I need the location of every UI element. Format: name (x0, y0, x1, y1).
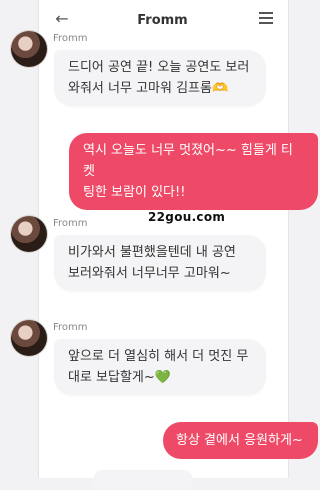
sender-name: Fromm (53, 33, 88, 44)
partial-message-bubble (93, 470, 193, 490)
sender-name: Fromm (53, 322, 88, 333)
avatar[interactable] (11, 216, 47, 252)
avatar[interactable] (11, 320, 47, 356)
message-bubble-incoming: 비가와서 불편했을텐데 내 공연 보러와줘서 너무너무 고마워~ (54, 235, 266, 291)
avatar[interactable] (11, 31, 47, 67)
chat-title: Fromm (137, 12, 188, 28)
sender-name: Fromm (53, 218, 88, 229)
hamburger-menu-icon[interactable] (259, 10, 273, 24)
message-bubble-incoming: 드디어 공연 끝! 오늘 공연도 보러 와줘서 너무 고마워 김프롬🫶 (54, 50, 266, 106)
back-arrow-icon[interactable]: ← (52, 9, 72, 29)
message-bubble-incoming: 앞으로 더 열심히 해서 더 멋진 무 대로 보답할게~💚 (54, 339, 266, 395)
watermark-text: 22gou.com (148, 210, 226, 224)
message-bubble-outgoing: 역시 오늘도 너무 멋졌어~~ 힘들게 티켓 팅한 보람이 있다!! (69, 133, 318, 210)
message-bubble-outgoing: 항상 곁에서 응원하게~ (163, 422, 318, 459)
